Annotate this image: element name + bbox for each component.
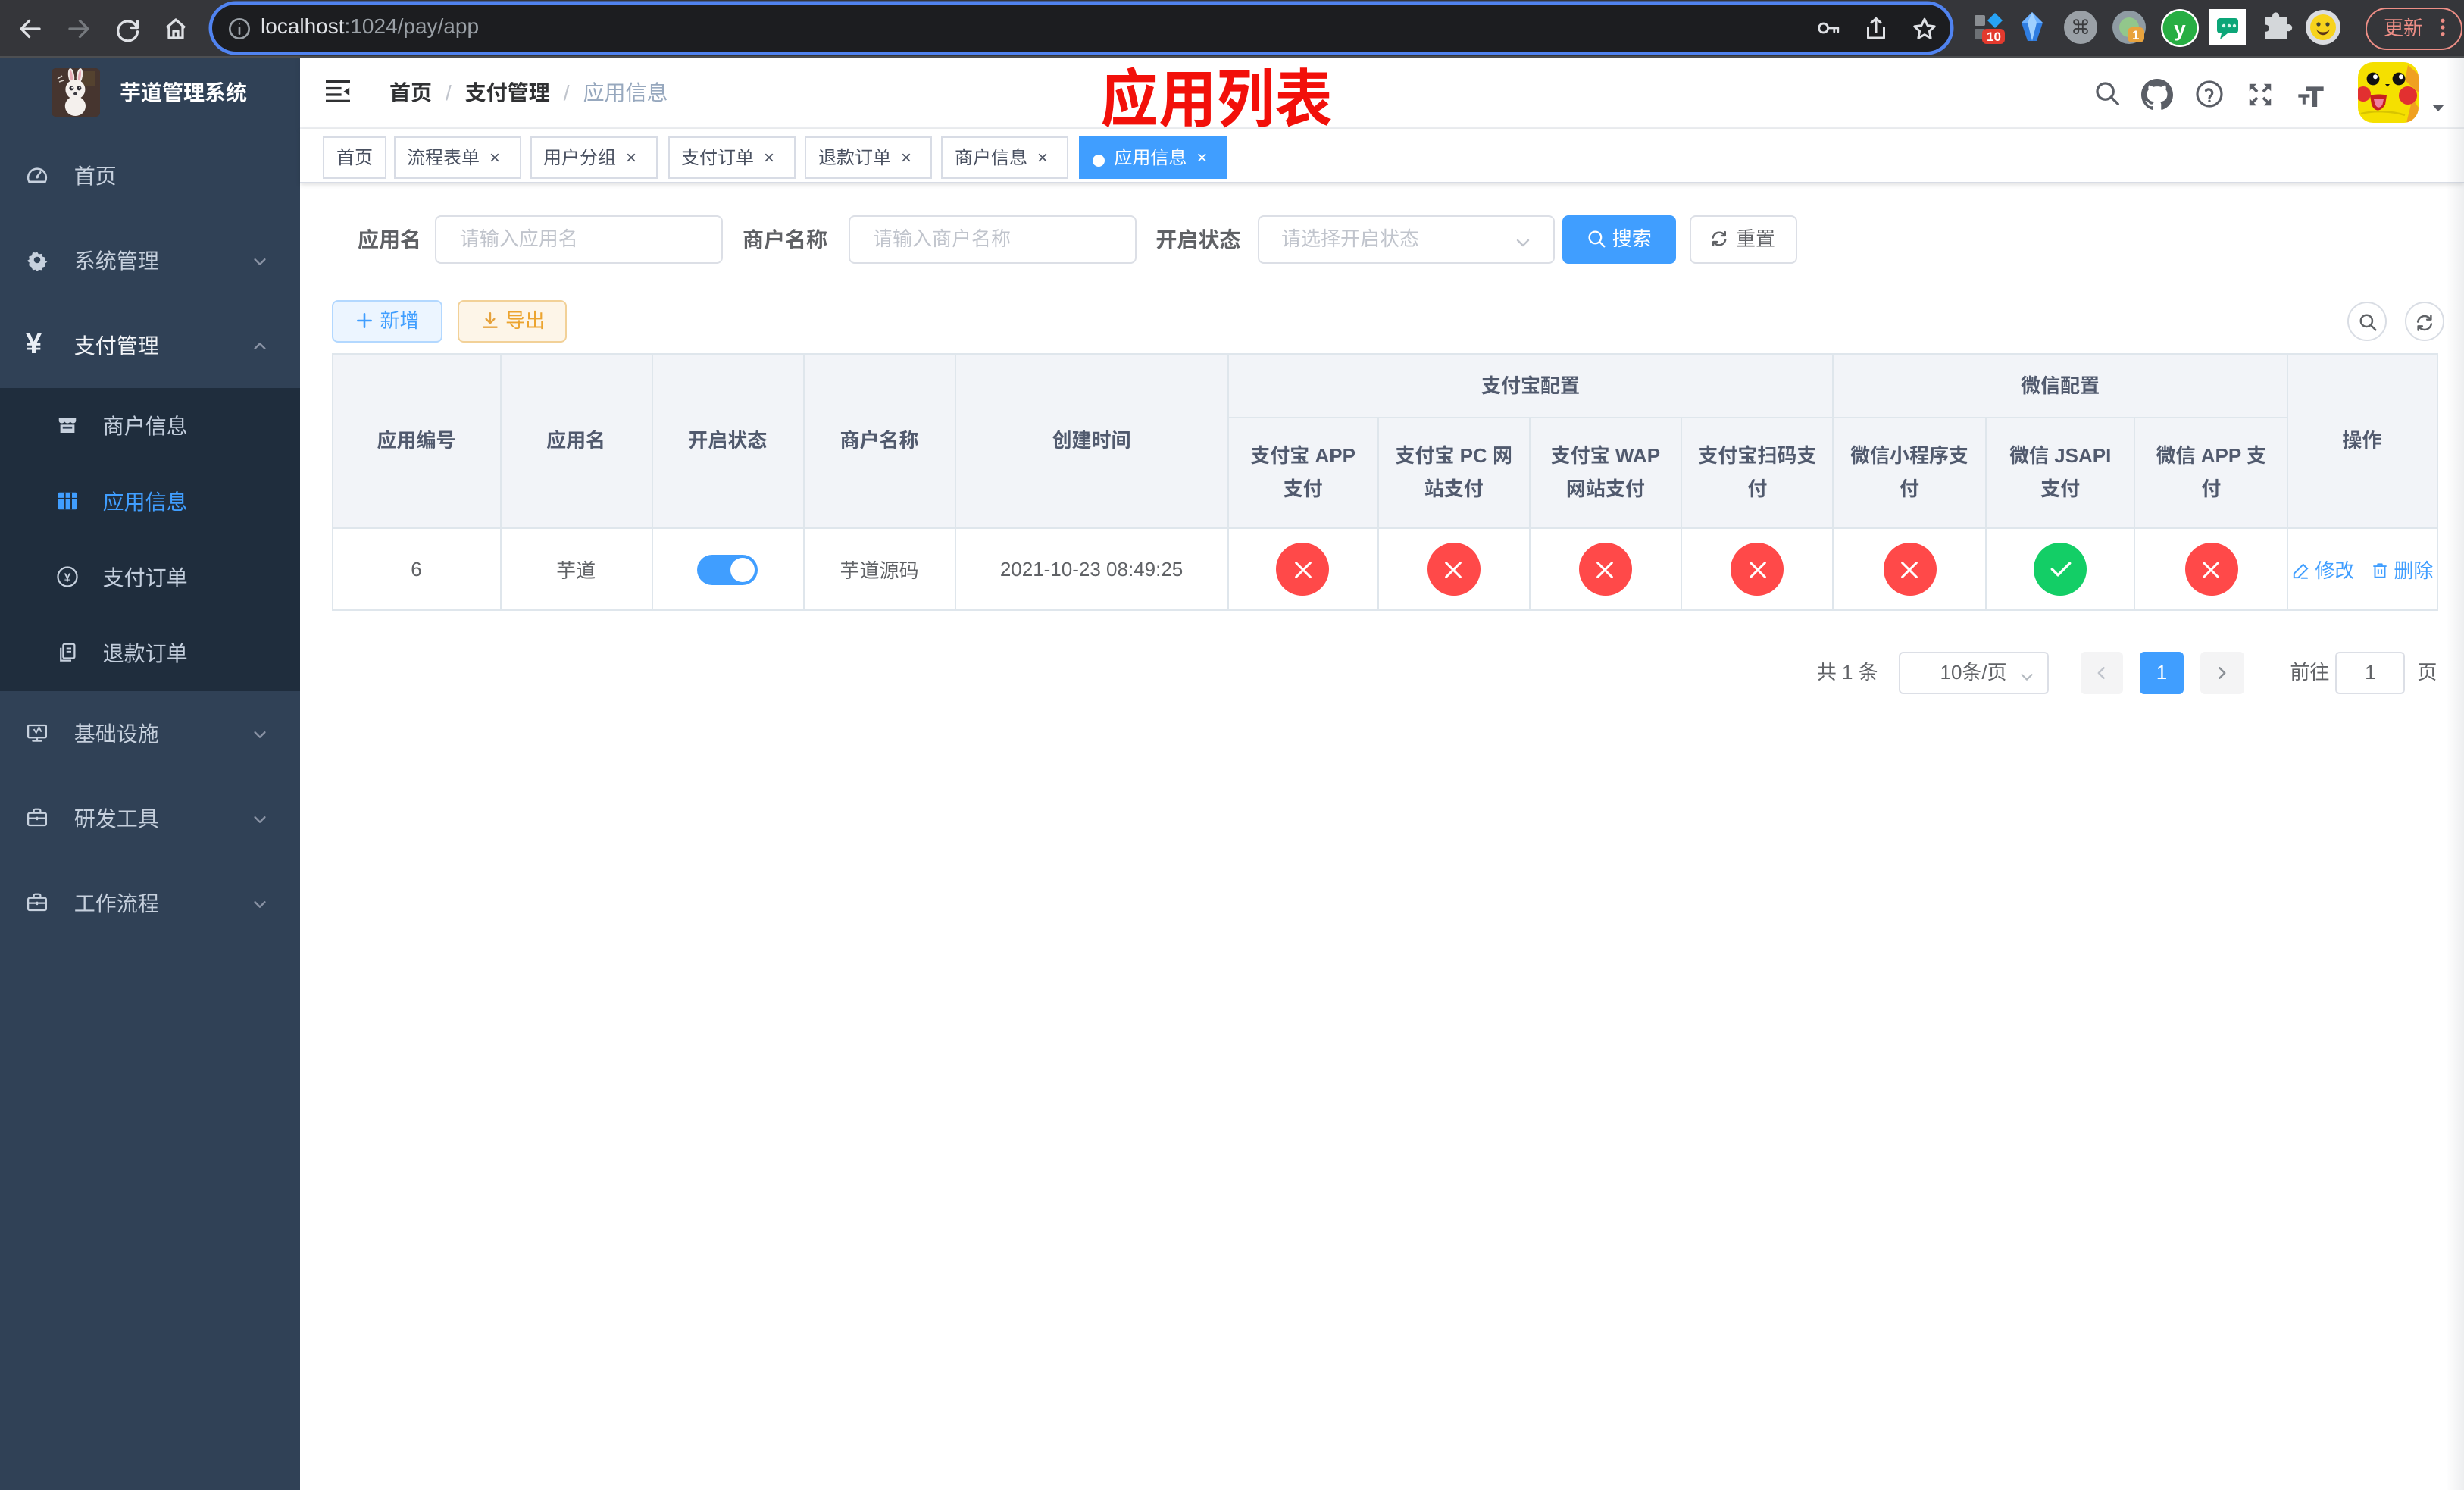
svg-text:y: y: [2174, 16, 2186, 39]
svg-text:¥: ¥: [64, 571, 71, 584]
svg-text:⌘: ⌘: [2071, 15, 2090, 38]
